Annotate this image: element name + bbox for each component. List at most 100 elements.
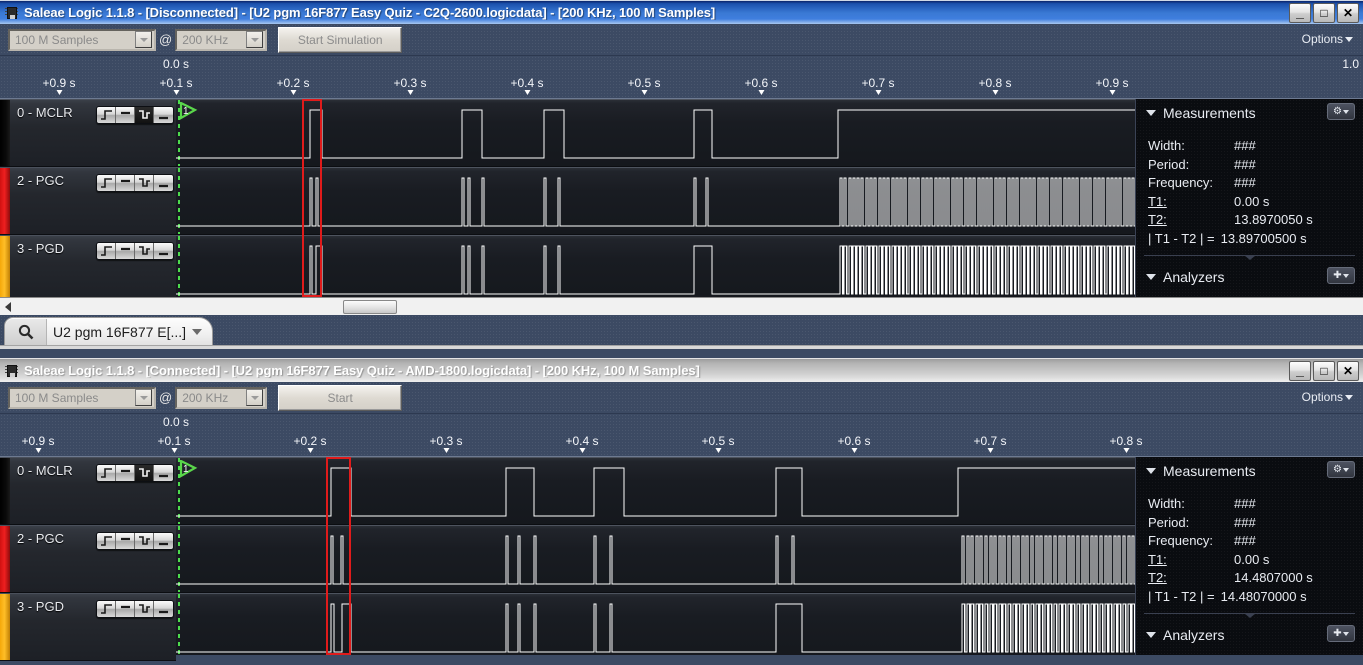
window-titlebar[interactable]: Saleae Logic 1.1.8 - [Connected] - [U2 p… — [0, 358, 1363, 382]
document-tab[interactable]: U2 pgm 16F877 E[...] — [4, 317, 213, 345]
channel-row-2[interactable]: 2 - PGC — [0, 167, 176, 235]
waveform-row-pgc[interactable] — [176, 167, 1135, 235]
channel-row-3[interactable]: 3 - PGD — [0, 235, 176, 303]
high-level-icon[interactable] — [116, 243, 135, 259]
maximize-button[interactable]: □ — [1313, 3, 1335, 23]
low-level-icon[interactable] — [154, 175, 173, 191]
channel-row-2[interactable]: 2 - PGC — [0, 525, 176, 593]
timeline-ruler[interactable]: 0.0 s +0.9 s+0.1 s+0.2 s+0.3 s+0.4 s+0.5… — [0, 414, 1363, 457]
rising-edge-icon[interactable] — [97, 107, 116, 123]
high-level-icon[interactable] — [116, 465, 135, 481]
channel-row-0[interactable]: 0 - MCLR — [0, 457, 176, 525]
analyzers-title: Analyzers — [1163, 627, 1224, 643]
waveform-row-pgd[interactable] — [176, 593, 1135, 655]
ruler-tick-arrow — [1123, 448, 1129, 453]
channel-label-column: 0 - MCLR 2 - PGC — [0, 457, 176, 655]
plus-icon[interactable]: ✚ — [1327, 267, 1355, 284]
scrollbar-thumb[interactable] — [343, 300, 397, 314]
high-level-icon[interactable] — [116, 175, 135, 191]
at-separator: @ — [159, 32, 172, 47]
search-icon[interactable] — [5, 319, 47, 345]
chevron-down-icon[interactable] — [135, 389, 152, 406]
trigger-flag-icon[interactable]: 1 — [179, 460, 203, 478]
sample-rate-dropdown[interactable]: 200 KHz — [175, 387, 267, 409]
falling-edge-icon[interactable] — [135, 601, 154, 617]
chevron-down-icon[interactable] — [1146, 274, 1156, 280]
window-title: Saleae Logic 1.1.8 - [Disconnected] - [U… — [24, 5, 1289, 20]
measurements-list: Width: ### Period: ### Frequency: ### T1… — [1136, 127, 1363, 248]
chevron-down-icon[interactable] — [246, 389, 263, 406]
options-menu[interactable]: Options — [1302, 390, 1353, 404]
measurement-label[interactable]: T2: — [1148, 569, 1234, 588]
ruler-tick-arrow — [758, 90, 764, 95]
rising-edge-icon[interactable] — [97, 533, 116, 549]
waveform-pane[interactable]: 1 — [176, 99, 1135, 297]
sample-count-dropdown[interactable]: 100 M Samples — [8, 387, 156, 409]
analyzers-header[interactable]: Analyzers ✚ — [1136, 621, 1363, 649]
start-simulation-button[interactable]: Start Simulation — [278, 27, 402, 53]
close-button[interactable]: ✕ — [1337, 361, 1359, 381]
chevron-down-icon[interactable] — [246, 31, 263, 48]
start-button[interactable]: Start — [278, 385, 402, 411]
trigger-flag-icon[interactable]: 1 — [179, 102, 203, 120]
measurement-label[interactable]: T1: — [1148, 193, 1234, 212]
measurement-t1[interactable]: T1: 0.00 s — [1148, 551, 1363, 570]
high-level-icon[interactable] — [116, 601, 135, 617]
waveform-row-mclr[interactable]: 1 — [176, 99, 1135, 167]
rising-edge-icon[interactable] — [97, 243, 116, 259]
chevron-down-icon[interactable] — [135, 31, 152, 48]
measurement-t2[interactable]: T2: 14.4807000 s — [1148, 569, 1363, 588]
window-titlebar[interactable]: Saleae Logic 1.1.8 - [Disconnected] - [U… — [0, 0, 1363, 24]
low-level-icon[interactable] — [154, 243, 173, 259]
high-level-icon[interactable] — [116, 107, 135, 123]
measurement-t2[interactable]: T2: 13.8970050 s — [1148, 211, 1363, 230]
app-logo-icon — [4, 5, 20, 21]
measurement-label[interactable]: T2: — [1148, 211, 1234, 230]
rising-edge-icon[interactable] — [97, 465, 116, 481]
ruler-tick-label: +0.9 s — [1095, 76, 1128, 90]
low-level-icon[interactable] — [154, 107, 173, 123]
chevron-down-icon[interactable] — [192, 329, 202, 335]
rising-edge-icon[interactable] — [97, 175, 116, 191]
gear-icon[interactable]: ⚙ — [1327, 461, 1355, 478]
waveform-pane[interactable]: 1 — [176, 457, 1135, 655]
sample-count-dropdown[interactable]: 100 M Samples — [8, 29, 156, 51]
sample-rate-dropdown[interactable]: 200 KHz — [175, 29, 267, 51]
falling-edge-icon[interactable] — [135, 465, 154, 481]
options-menu[interactable]: Options — [1302, 32, 1353, 46]
waveform-row-pgd[interactable] — [176, 235, 1135, 297]
maximize-button[interactable]: □ — [1313, 361, 1335, 381]
rising-edge-icon[interactable] — [97, 601, 116, 617]
close-button[interactable]: ✕ — [1337, 3, 1359, 23]
analyzers-title: Analyzers — [1163, 269, 1224, 285]
channel-row-0[interactable]: 0 - MCLR — [0, 99, 176, 167]
chevron-down-icon[interactable] — [1146, 110, 1156, 116]
plus-icon[interactable]: ✚ — [1327, 625, 1355, 642]
waveform-row-pgc[interactable] — [176, 525, 1135, 593]
gear-icon[interactable]: ⚙ — [1327, 103, 1355, 120]
measurements-header[interactable]: Measurements ⚙ — [1136, 99, 1363, 127]
minimize-button[interactable]: _ — [1289, 3, 1311, 23]
minimize-button[interactable]: _ — [1289, 361, 1311, 381]
low-level-icon[interactable] — [154, 465, 173, 481]
measurements-header[interactable]: Measurements ⚙ — [1136, 457, 1363, 485]
options-label: Options — [1302, 390, 1343, 404]
chevron-down-icon — [1345, 395, 1353, 400]
horizontal-scrollbar[interactable] — [0, 297, 1363, 315]
high-level-icon[interactable] — [116, 533, 135, 549]
low-level-icon[interactable] — [154, 601, 173, 617]
channel-row-3[interactable]: 3 - PGD — [0, 593, 176, 661]
scroll-left-icon[interactable] — [5, 302, 11, 312]
waveform-row-mclr[interactable]: 1 — [176, 457, 1135, 525]
falling-edge-icon[interactable] — [135, 107, 154, 123]
chevron-down-icon[interactable] — [1146, 632, 1156, 638]
measurement-t1[interactable]: T1: 0.00 s — [1148, 193, 1363, 212]
timeline-ruler[interactable]: 0.0 s 1.0 +0.9 s+0.1 s+0.2 s+0.3 s+0.4 s… — [0, 56, 1363, 99]
falling-edge-icon[interactable] — [135, 175, 154, 191]
analyzers-header[interactable]: Analyzers ✚ — [1136, 263, 1363, 291]
falling-edge-icon[interactable] — [135, 533, 154, 549]
falling-edge-icon[interactable] — [135, 243, 154, 259]
low-level-icon[interactable] — [154, 533, 173, 549]
chevron-down-icon[interactable] — [1146, 468, 1156, 474]
measurement-label[interactable]: T1: — [1148, 551, 1234, 570]
